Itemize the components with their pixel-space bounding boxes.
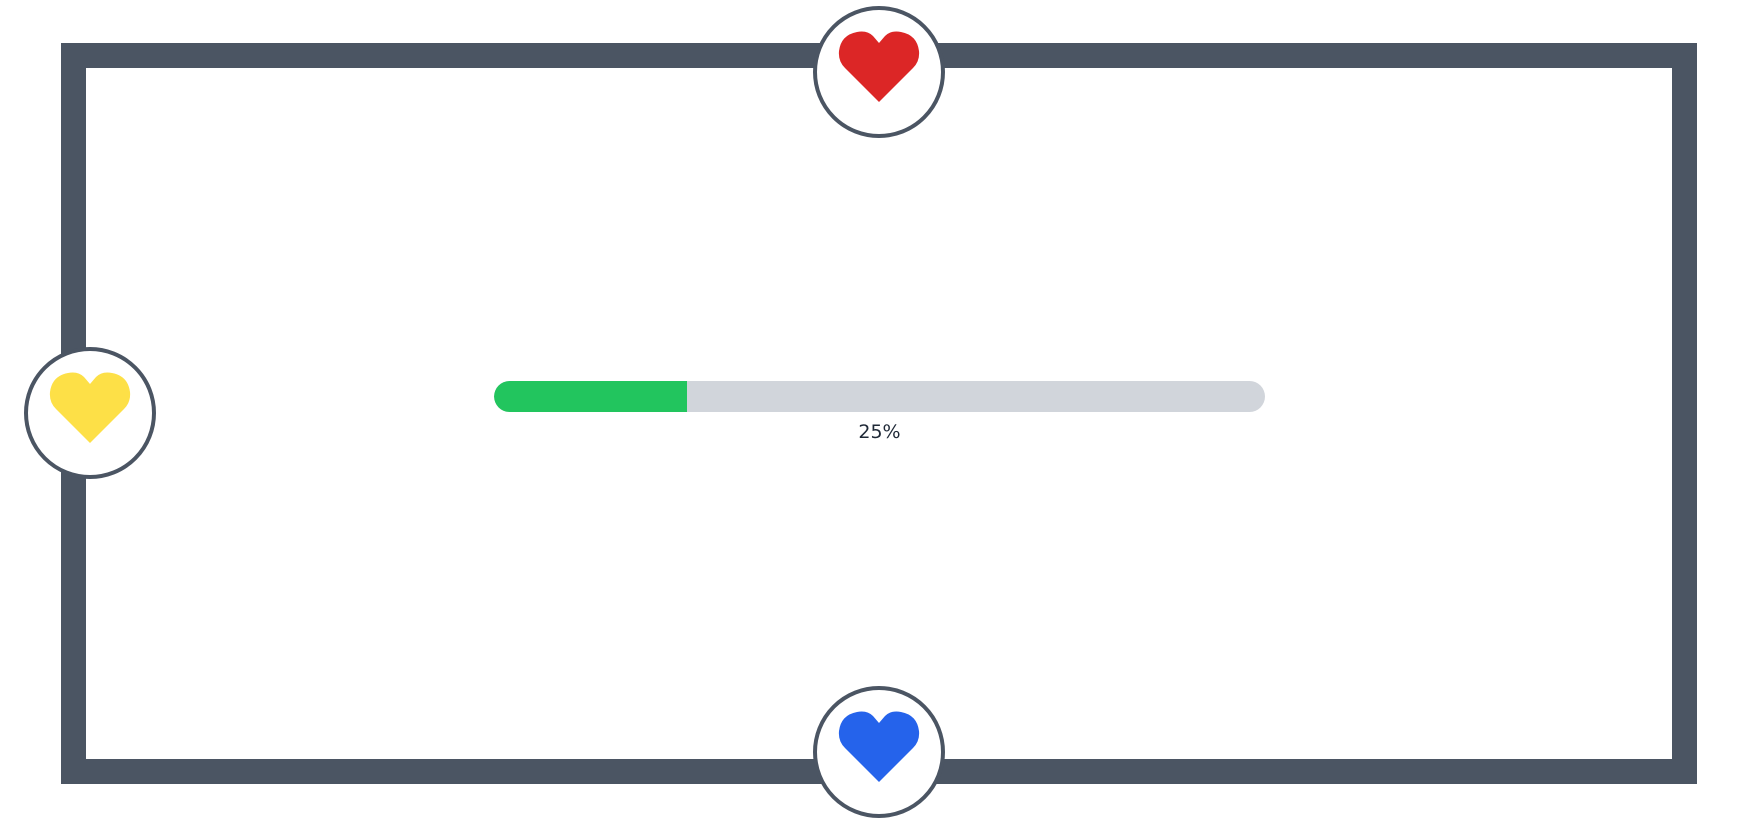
heart-node-left[interactable]	[24, 347, 156, 479]
heart-node-bottom[interactable]	[813, 686, 945, 818]
red-heart-icon	[838, 31, 920, 102]
game-stage: 25%	[0, 0, 1759, 821]
blue-heart-icon	[838, 711, 920, 782]
progress-track	[494, 381, 1265, 412]
yellow-heart-icon	[49, 372, 131, 443]
heart-node-top[interactable]	[813, 6, 945, 138]
progress-fill	[494, 381, 687, 412]
progress-indicator: 25%	[494, 381, 1265, 443]
progress-label: 25%	[858, 421, 901, 443]
